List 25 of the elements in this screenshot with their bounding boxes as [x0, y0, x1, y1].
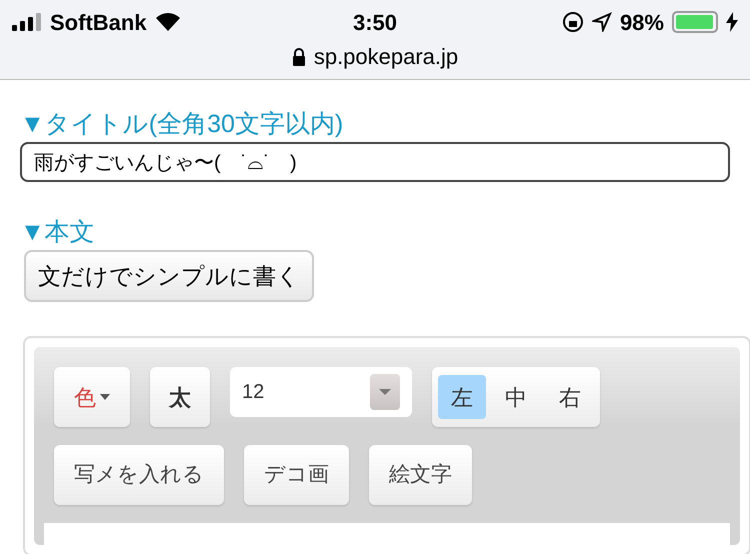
title-input-field[interactable]: 雨がすごいんじゃ〜( ˙⌓˙ ) [20, 142, 730, 182]
location-arrow-icon [592, 12, 612, 32]
battery-percent: 98% [620, 8, 664, 36]
align-option[interactable]: 中 [492, 375, 540, 419]
battery-icon [672, 11, 718, 33]
align-option[interactable]: 右 [546, 375, 594, 419]
charging-bolt-icon [726, 12, 738, 32]
simple-write-button[interactable]: 文だけでシンプルに書く [24, 250, 314, 302]
align-option[interactable]: 左 [438, 375, 486, 419]
wifi-icon [154, 12, 181, 32]
bold-button[interactable]: 太 [150, 367, 210, 427]
clock: 3:50 [352, 8, 398, 36]
section-heading: ▼本文 [20, 217, 96, 248]
section-heading: ▼タイトル(全角30文字以内) [20, 109, 344, 140]
font-size-select[interactable]: 12 [230, 367, 412, 417]
carrier-name: SoftBank [50, 8, 147, 36]
insert-button[interactable]: 絵文字 [369, 445, 472, 505]
signal-icon [12, 13, 42, 31]
caret-icon [100, 394, 110, 400]
url-text: sp.pokepara.jp [314, 43, 458, 71]
insert-button[interactable]: 写メを入れる [54, 445, 224, 505]
color-button[interactable]: 色 [54, 367, 130, 427]
insert-button[interactable]: デコ画 [244, 445, 349, 505]
rotation-lock-icon [562, 11, 584, 33]
lock-icon [292, 48, 306, 66]
